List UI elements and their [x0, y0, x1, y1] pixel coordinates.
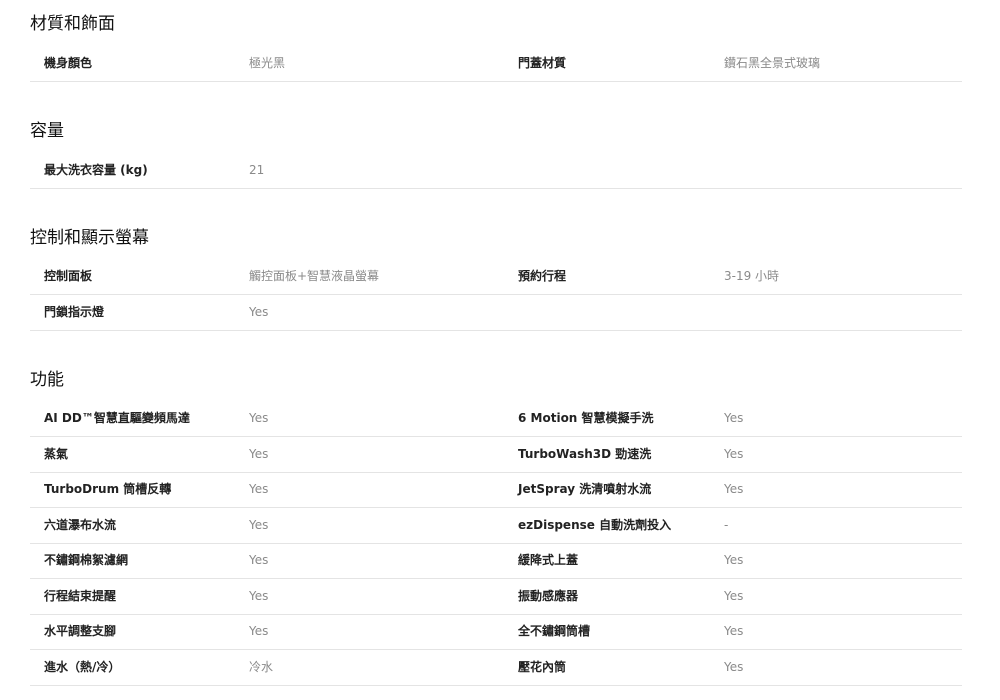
spec-label: TurboDrum 筒槽反轉: [44, 482, 172, 496]
spec-row: 蒸氣 Yes TurboWash3D 勁速洗 Yes: [30, 437, 962, 473]
spec-value: Yes: [249, 411, 269, 425]
spec-value: Yes: [724, 411, 744, 425]
spec-label: 門鎖指示燈: [44, 305, 105, 319]
spec-value: -: [724, 518, 729, 532]
spec-label: 控制面板: [44, 269, 93, 283]
spec-value: 21: [249, 163, 265, 177]
spec-row: 機身顏色 極光黑 門蓋材質 鑽石黑全景式玻璃: [30, 46, 962, 82]
spec-label: 不鏽鋼棉絮濾網: [44, 553, 129, 567]
section-title-capacity: 容量: [30, 121, 64, 141]
spec-label: 機身顏色: [44, 56, 93, 70]
spec-value: 鑽石黑全景式玻璃: [724, 56, 821, 70]
spec-value: Yes: [249, 447, 269, 461]
spec-row: 行程結束提醒 Yes 振動感應器 Yes: [30, 579, 962, 615]
spec-label: JetSpray 洗清噴射水流: [518, 482, 652, 496]
spec-row: 不鏽鋼棉絮濾網 Yes 緩降式上蓋 Yes: [30, 543, 962, 579]
spec-row: AI DD™智慧直驅變頻馬達 Yes 6 Motion 智慧模擬手洗 Yes: [30, 401, 962, 437]
spec-label: 最大洗衣容量 (kg): [44, 163, 148, 177]
spec-value: Yes: [724, 553, 744, 567]
spec-value: Yes: [249, 553, 269, 567]
spec-label: 進水（熱/冷）: [44, 660, 121, 674]
spec-label: 行程結束提醒: [44, 589, 117, 603]
spec-label: 蒸氣: [44, 447, 69, 461]
spec-value: 極光黑: [249, 56, 286, 70]
spec-value: Yes: [724, 660, 744, 674]
section-title-features: 功能: [30, 370, 64, 390]
spec-label: 水平調整支腳: [44, 624, 117, 638]
spec-label: 壓花內筒: [518, 660, 567, 674]
spec-row: TurboDrum 筒槽反轉 Yes JetSpray 洗清噴射水流 Yes: [30, 472, 962, 508]
spec-value: Yes: [249, 624, 269, 638]
spec-value: Yes: [249, 518, 269, 532]
spec-label: 門蓋材質: [518, 56, 567, 70]
spec-label: AI DD™智慧直驅變頻馬達: [44, 411, 190, 425]
spec-page: 材質和飾面 機身顏色 極光黑 門蓋材質 鑽石黑全景式玻璃 容量 最大洗衣容量 (…: [0, 0, 1000, 700]
spec-value: 觸控面板+智慧液晶螢幕: [249, 269, 380, 283]
spec-label: 振動感應器: [518, 589, 579, 603]
section-title-controls: 控制和顯示螢幕: [30, 228, 149, 248]
spec-label: TurboWash3D 勁速洗: [518, 447, 652, 461]
spec-row: 最大洗衣容量 (kg) 21: [30, 153, 962, 189]
spec-value: 3-19 小時: [724, 269, 780, 283]
spec-row: 進水（熱/冷） 冷水 壓花內筒 Yes: [30, 650, 962, 686]
spec-label: 6 Motion 智慧模擬手洗: [518, 411, 654, 425]
spec-value: 冷水: [249, 660, 274, 674]
section-title-finish: 材質和飾面: [30, 14, 115, 34]
spec-row: 六道瀑布水流 Yes ezDispense 自動洗劑投入 -: [30, 508, 962, 544]
spec-value: Yes: [724, 624, 744, 638]
spec-label: 緩降式上蓋: [518, 553, 579, 567]
spec-label: 預約行程: [518, 269, 567, 283]
spec-value: Yes: [249, 482, 269, 496]
spec-label: 六道瀑布水流: [44, 518, 117, 532]
spec-value: Yes: [724, 447, 744, 461]
spec-value: Yes: [724, 482, 744, 496]
spec-value: Yes: [249, 589, 269, 603]
spec-row: 控制面板 觸控面板+智慧液晶螢幕 預約行程 3-19 小時: [30, 259, 962, 295]
spec-label: ezDispense 自動洗劑投入: [518, 518, 672, 532]
spec-row: 門鎖指示燈 Yes: [30, 295, 962, 331]
spec-label: 全不鏽鋼筒槽: [518, 624, 591, 638]
spec-value: Yes: [724, 589, 744, 603]
spec-row: 水平調整支腳 Yes 全不鏽鋼筒槽 Yes: [30, 614, 962, 650]
spec-value: Yes: [249, 305, 269, 319]
